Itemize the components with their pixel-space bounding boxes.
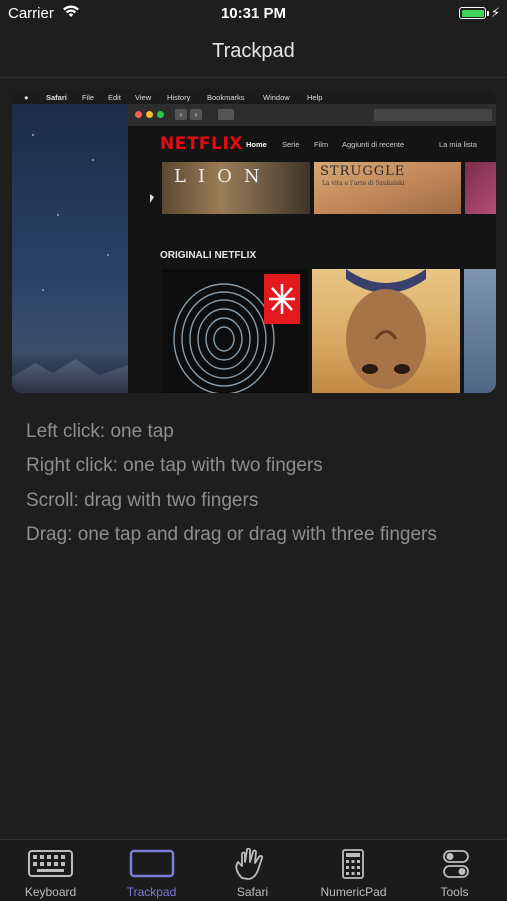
tab-numericpad[interactable]: NumericPad xyxy=(303,840,404,901)
netflix-nav-film: Film xyxy=(314,140,329,149)
menubar-item-window: Window xyxy=(263,93,290,102)
apple-logo-icon: ● xyxy=(24,93,29,102)
title-card-lion: LION xyxy=(162,162,310,214)
netflix-nav-serie: Serie xyxy=(282,140,300,149)
mouse-pointer-icon xyxy=(150,194,154,203)
tab-bar: Keyboard Trackpad Safari NumericPad Tool… xyxy=(0,839,507,901)
toggles-icon xyxy=(404,848,505,880)
tab-keyboard[interactable]: Keyboard xyxy=(0,840,101,901)
tab-tools-label: Tools xyxy=(440,885,469,899)
nav-divider xyxy=(0,77,507,78)
forward-icon: › xyxy=(190,109,202,120)
netflix-nav-recent: Aggiunti di recente xyxy=(342,140,405,149)
struggle-subtitle: La vita e l'arte di Szukalski xyxy=(322,180,405,187)
tab-safari[interactable]: Safari xyxy=(202,840,303,901)
minimize-dot-icon xyxy=(146,111,153,118)
url-bar xyxy=(374,109,492,121)
red-badge xyxy=(264,274,300,324)
status-bar: Carrier 10:31 PM ⚡ xyxy=(0,0,507,28)
menubar-item-file: File xyxy=(82,93,95,102)
keyboard-icon xyxy=(0,848,101,880)
tab-trackpad-label: Trackpad xyxy=(126,885,177,899)
menubar-item-edit: Edit xyxy=(108,93,121,102)
desktop-wallpaper xyxy=(12,104,128,393)
browser-window: ‹ › NETFLIX Home Serie Film Aggiunti di … xyxy=(128,104,496,393)
title-card-partial xyxy=(465,162,496,214)
menubar-item-safari: Safari xyxy=(46,93,67,102)
original-card-1 xyxy=(162,269,308,393)
original-card-2 xyxy=(312,269,460,393)
trackpad-icon xyxy=(101,848,202,880)
portrait-artwork-icon xyxy=(346,269,426,389)
netflix-nav-mylist: La mia lista xyxy=(439,140,477,149)
menubar-item-bookmarks: Bookmarks xyxy=(207,93,245,102)
hand-icon xyxy=(202,847,303,880)
numericpad-icon xyxy=(303,848,404,880)
tab-trackpad[interactable]: Trackpad xyxy=(101,840,202,901)
back-icon: ‹ xyxy=(175,109,187,120)
zoom-dot-icon xyxy=(157,111,164,118)
sidebar-icon xyxy=(218,109,234,120)
menubar-item-history: History xyxy=(167,93,191,102)
tab-safari-label: Safari xyxy=(236,885,269,899)
menubar-item-view: View xyxy=(135,93,152,102)
status-time: 10:31 PM xyxy=(220,5,287,22)
struggle-title: STRUGGLE xyxy=(320,164,406,179)
netflix-nav-home: Home xyxy=(246,140,267,149)
instruction-scroll: Scroll: drag with two fingers xyxy=(26,490,259,511)
section-title: ORIGINALI NETFLIX xyxy=(160,250,257,261)
page-title: Trackpad xyxy=(212,40,295,62)
lion-title: LION xyxy=(174,166,272,187)
instruction-left-click: Left click: one tap xyxy=(26,421,174,442)
menubar-item-help: Help xyxy=(307,93,323,102)
charging-bolt-icon: ⚡ xyxy=(491,5,501,20)
browser-toolbar: ‹ › xyxy=(128,104,496,126)
tab-keyboard-label: Keyboard xyxy=(24,885,77,899)
instruction-right-click: Right click: one tap with two fingers xyxy=(26,455,323,476)
netflix-logo: NETFLIX xyxy=(160,134,243,154)
original-card-3 xyxy=(464,269,496,393)
close-dot-icon xyxy=(135,111,142,118)
screen-preview[interactable]: ● Safari File Edit View History Bookmark… xyxy=(12,90,496,393)
mac-menubar: ● Safari File Edit View History Bookmark… xyxy=(12,90,496,104)
tab-tools[interactable]: Tools xyxy=(404,840,505,901)
battery-icon xyxy=(459,7,489,19)
instruction-drag: Drag: one tap and drag or drag with thre… xyxy=(26,524,437,545)
title-card-struggle: STRUGGLE La vita e l'arte di Szukalski xyxy=(314,162,461,214)
tab-numericpad-label: NumericPad xyxy=(320,885,387,899)
